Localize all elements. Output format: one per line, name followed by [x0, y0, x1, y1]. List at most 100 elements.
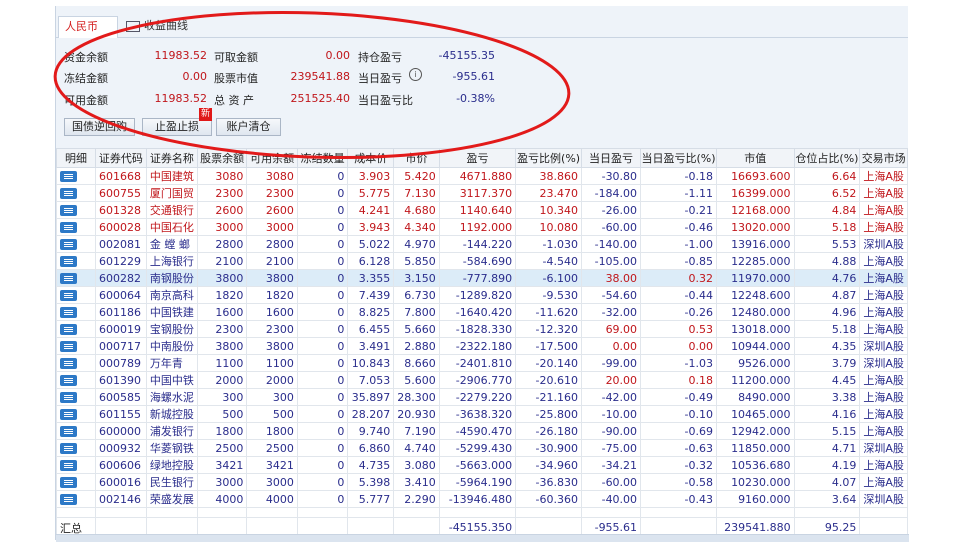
table-cell: -0.69	[640, 422, 717, 440]
table-row[interactable]: 600000 浦发银行 1800 1800 0 9.740 7.190 -4590.470 -2…	[55, 422, 908, 440]
detail-cell[interactable]	[55, 490, 97, 508]
detail-list-icon[interactable]	[60, 494, 77, 505]
table-row[interactable]: 601155 新城控股 500 500 0 28.207 20.930 -3638.320 -2…	[55, 405, 908, 423]
column-header[interactable]: 成本价	[347, 148, 395, 168]
table-row[interactable]: 601186 中国铁建 1600 1600 0 8.825 7.800 -1640.420 -1…	[55, 303, 908, 321]
table-row[interactable]: 000932 华菱钢铁 2500 2500 0 6.860 4.740 -5299.430 -3…	[55, 439, 908, 457]
column-header[interactable]: 当日盈亏比(%)	[640, 148, 717, 168]
detail-list-icon[interactable]	[60, 171, 77, 182]
detail-cell[interactable]	[55, 388, 97, 406]
table-cell: -2906.770	[438, 371, 517, 389]
column-header[interactable]: 证券代码	[95, 148, 147, 168]
table-cell: 0.18	[640, 371, 717, 389]
column-header[interactable]: 可用余额	[246, 148, 298, 168]
table-cell: 1600	[196, 303, 248, 321]
detail-cell[interactable]	[55, 184, 97, 202]
table-row[interactable]: 600016 民生银行 3000 3000 0 5.398 3.410 -5964.190 -3…	[55, 473, 908, 491]
column-header[interactable]: 仓位占比(%)	[793, 148, 861, 168]
table-row[interactable]: 600064 南京高科 1820 1820 0 7.439 6.730 -1289.820 -9…	[55, 286, 908, 304]
detail-list-icon[interactable]	[60, 409, 77, 420]
detail-list-icon[interactable]	[60, 290, 77, 301]
detail-list-icon[interactable]	[60, 460, 77, 471]
reverse-repo-button[interactable]: 国债逆回购	[64, 118, 135, 136]
detail-list-icon[interactable]	[60, 256, 77, 267]
detail-list-icon[interactable]	[60, 307, 77, 318]
detail-cell[interactable]	[55, 422, 97, 440]
table-cell: 8490.000	[715, 388, 795, 406]
table-row[interactable]: 601328 交通银行 2600 2600 0 4.241 4.680 1140.640 10.…	[55, 201, 908, 219]
table-row[interactable]: 600585 海螺水泥 300 300 0 35.897 28.300 -2279.220 -2…	[55, 388, 908, 406]
table-cell: 0	[296, 371, 349, 389]
table-row[interactable]: 600755 厦门国贸 2300 2300 0 5.775 7.130 3117.370 23.…	[55, 184, 908, 202]
table-cell: -0.18	[640, 167, 717, 185]
table-cell: 5.18	[793, 218, 861, 236]
detail-list-icon[interactable]	[60, 477, 77, 488]
table-row[interactable]: 002081 金 螳 螂 2800 2800 0 5.022 4.970 -144.220 -1…	[55, 235, 908, 253]
detail-list-icon[interactable]	[60, 188, 77, 199]
detail-cell[interactable]	[55, 235, 97, 253]
table-cell: 3800	[196, 337, 248, 355]
column-header[interactable]: 交易市场	[859, 148, 908, 168]
detail-cell[interactable]	[55, 439, 97, 457]
table-cell: 上海银行	[145, 252, 198, 270]
detail-list-icon[interactable]	[60, 392, 77, 403]
column-header[interactable]: 盈亏比例(%)	[515, 148, 582, 168]
detail-cell[interactable]	[55, 269, 97, 287]
detail-list-icon[interactable]	[60, 341, 77, 352]
column-header[interactable]: 当日盈亏	[580, 148, 642, 168]
horizontal-scrollbar[interactable]	[56, 534, 909, 542]
detail-cell[interactable]	[55, 371, 97, 389]
table-cell: 4.96	[793, 303, 861, 321]
detail-cell[interactable]	[55, 473, 97, 491]
detail-list-icon[interactable]	[60, 222, 77, 233]
table-cell: -20.140	[515, 354, 582, 372]
detail-cell[interactable]	[55, 405, 97, 423]
table-row[interactable]: 600019 宝钢股份 2300 2300 0 6.455 5.660 -1828.330 -1…	[55, 320, 908, 338]
column-header[interactable]: 盈亏	[438, 148, 517, 168]
clear-account-button[interactable]: 账户清仓	[216, 118, 281, 136]
column-header[interactable]: 市价	[393, 148, 440, 168]
detail-list-icon[interactable]	[60, 375, 77, 386]
column-header[interactable]: 股票余额	[196, 148, 248, 168]
detail-cell[interactable]	[55, 354, 97, 372]
detail-cell[interactable]	[55, 456, 97, 474]
table-cell: -777.890	[438, 269, 517, 287]
detail-list-icon[interactable]	[60, 205, 77, 216]
column-header[interactable]: 冻结数量	[296, 148, 349, 168]
column-header[interactable]: 明细	[55, 148, 97, 168]
detail-list-icon[interactable]	[60, 426, 77, 437]
detail-list-icon[interactable]	[60, 324, 77, 335]
detail-list-icon[interactable]	[60, 443, 77, 454]
detail-cell[interactable]	[55, 337, 97, 355]
detail-cell[interactable]	[55, 320, 97, 338]
table-row[interactable]: 600606 绿地控股 3421 3421 0 4.735 3.080 -5663.000 -3…	[55, 456, 908, 474]
detail-list-icon[interactable]	[60, 358, 77, 369]
table-row[interactable]: 601668 中国建筑 3080 3080 0 3.903 5.420 4671.880 38.…	[55, 167, 908, 185]
tab-profit-curve[interactable]: 收益曲线	[120, 16, 194, 38]
detail-cell[interactable]	[55, 252, 97, 270]
table-row[interactable]: 000717 中南股份 3800 3800 0 3.491 2.880 -2322.180 -1…	[55, 337, 908, 355]
column-header[interactable]: 证券名称	[145, 148, 198, 168]
table-cell: 35.897	[347, 388, 395, 406]
detail-cell[interactable]	[55, 286, 97, 304]
table-row[interactable]: 002146 荣盛发展 4000 4000 0 5.777 2.290 -13946.480-…	[55, 490, 908, 508]
table-row[interactable]: 600028 中国石化 3000 3000 0 3.943 4.340 1192.000 10.…	[55, 218, 908, 236]
table-cell: 上海A股	[859, 473, 908, 491]
detail-list-icon[interactable]	[60, 273, 77, 284]
table-row[interactable]: 601390 中国中铁 2000 2000 0 7.053 5.600 -2906.770 -2…	[55, 371, 908, 389]
detail-cell[interactable]	[55, 167, 97, 185]
table-cell: 南钢股份	[145, 269, 198, 287]
table-cell: 2300	[246, 184, 298, 202]
total-assets-label: 总 资 产	[214, 94, 254, 107]
detail-cell[interactable]	[55, 303, 97, 321]
detail-cell[interactable]	[55, 218, 97, 236]
detail-list-icon[interactable]	[60, 239, 77, 250]
table-row[interactable]: 601229 上海银行 2100 2100 0 6.128 5.850 -584.690 -4.…	[55, 252, 908, 270]
detail-cell[interactable]	[55, 201, 97, 219]
table-cell: 10230.000	[715, 473, 795, 491]
tab-rmb[interactable]: 人民币	[58, 16, 118, 38]
table-row[interactable]: 600282 南钢股份 3800 3800 0 3.355 3.150 -777.890 -6.…	[55, 269, 908, 287]
info-icon[interactable]: i	[409, 68, 422, 81]
column-header[interactable]: 市值	[715, 148, 795, 168]
table-row[interactable]: 000789 万年青 1100 1100 0 10.843 8.660 -2401.810 -2…	[55, 354, 908, 372]
